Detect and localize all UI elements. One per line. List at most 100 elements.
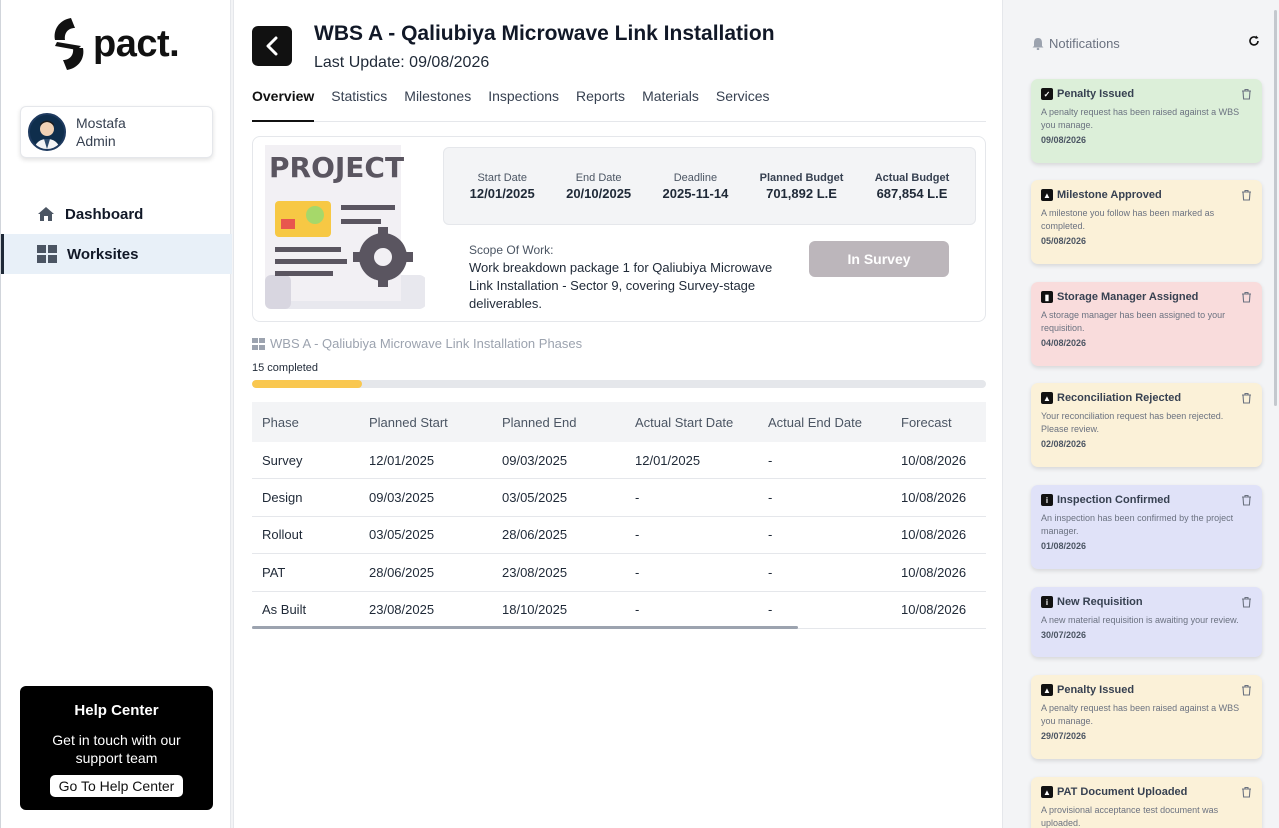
info-icon: i: [1041, 494, 1053, 506]
column-header[interactable]: Phase: [252, 415, 369, 430]
actual-budget: Actual Budget 687,854 L.E: [874, 171, 950, 201]
trash-icon[interactable]: [1241, 493, 1252, 511]
trash-icon[interactable]: [1241, 391, 1252, 409]
notification-title: ▲ Penalty Issued: [1041, 684, 1252, 696]
start-date: Start Date 12/01/2025: [469, 171, 535, 201]
warning-icon: ▲: [1041, 189, 1053, 201]
notification-title: i New Requisition: [1041, 596, 1252, 608]
help-center-button[interactable]: Go To Help Center: [49, 775, 184, 797]
logo[interactable]: pact.: [51, 16, 180, 72]
tab-bar: Overview Statistics Milestones Inspectio…: [252, 88, 986, 122]
grid-icon: [252, 337, 265, 350]
completed-count: 15 completed: [252, 362, 319, 374]
notification-card[interactable]: i Inspection Confirmed An inspection has b…: [1031, 485, 1262, 569]
notification-card[interactable]: ▲ Penalty Issued A penalty request has bee…: [1031, 675, 1262, 759]
tab-materials[interactable]: Materials: [642, 88, 699, 122]
info-icon: i: [1041, 596, 1053, 608]
warning-icon: ▲: [1041, 786, 1053, 798]
scope-text: Work breakdown package 1 for Qaliubiya M…: [469, 260, 773, 311]
notification-body: Your reconciliation request has been rej…: [1041, 411, 1224, 434]
notification-date: 01/08/2026: [1041, 541, 1087, 551]
nav-item-dashboard[interactable]: Dashboard: [1, 194, 232, 234]
trash-icon[interactable]: [1241, 595, 1252, 613]
tab-milestones[interactable]: Milestones: [404, 88, 471, 122]
user-name: Mostafa: [76, 115, 126, 131]
notification-card[interactable]: ▲ Milestone Approved A milestone you follo…: [1031, 180, 1262, 264]
grid-icon: [37, 245, 57, 263]
notification-card[interactable]: ▮ Storage Manager Assigned A storage manag…: [1031, 282, 1262, 366]
tab-reports[interactable]: Reports: [576, 88, 625, 122]
last-update: Last Update: 09/08/2026: [314, 54, 490, 71]
table-row[interactable]: Rollout 03/05/2025 28/06/2025 - - 10/08/…: [252, 517, 986, 555]
tab-inspections[interactable]: Inspections: [488, 88, 559, 122]
scope-label: Scope Of Work:: [469, 243, 554, 257]
notification-card[interactable]: ✓ Penalty Issued A penalty request has bee…: [1031, 79, 1262, 163]
notification-body: A penalty request has been raised agains…: [1041, 107, 1240, 130]
nav-item-worksites[interactable]: Worksites: [1, 234, 232, 274]
check-icon: ✓: [1041, 88, 1053, 100]
table-row[interactable]: Design 09/03/2025 03/05/2025 - - 10/08/2…: [252, 479, 986, 517]
notification-date: 05/08/2026: [1041, 236, 1087, 246]
project-dates: Start Date 12/01/2025 End Date 20/10/202…: [443, 147, 976, 225]
trash-icon[interactable]: [1241, 785, 1252, 803]
phases-progress-fill: [252, 380, 363, 388]
trash-icon[interactable]: [1241, 87, 1252, 105]
notifications-header: Notifications: [1032, 36, 1120, 51]
refresh-icon[interactable]: [1248, 34, 1260, 51]
trash-icon[interactable]: [1241, 290, 1252, 308]
notification-date: 29/07/2026: [1041, 731, 1087, 741]
tab-services[interactable]: Services: [716, 88, 770, 122]
trash-icon[interactable]: [1241, 683, 1252, 701]
notification-card[interactable]: ▲ Reconciliation Rejected Your reconciliat…: [1031, 383, 1262, 467]
notification-title: ▲ PAT Document Uploaded: [1041, 786, 1252, 798]
notification-title: i Inspection Confirmed: [1041, 494, 1252, 506]
help-center-title: Help Center: [74, 702, 159, 719]
project-illustration-icon: PROJECT: [265, 145, 425, 309]
table-header: Phase Planned Start Planned End Actual S…: [252, 402, 986, 442]
column-header[interactable]: Planned End: [502, 415, 635, 430]
user-avatar-icon: [33, 120, 61, 149]
notification-body: A provisional acceptance test document w…: [1041, 805, 1219, 828]
notification-body: A storage manager has been assigned to y…: [1041, 310, 1226, 333]
chevron-left-icon: [266, 36, 278, 56]
back-button[interactable]: [252, 26, 292, 66]
end-date: End Date 20/10/2025: [566, 171, 632, 201]
chart-icon: ▮: [1041, 291, 1053, 303]
notification-date: 09/08/2026: [1041, 135, 1087, 145]
user-role: Admin: [76, 133, 116, 149]
phases-title: WBS A - Qaliubiya Microwave Link Install…: [252, 336, 582, 351]
notification-card[interactable]: i New Requisition A new material requisiti…: [1031, 587, 1262, 657]
notification-body: A penalty request has been raised agains…: [1041, 703, 1240, 726]
help-center-text: Get in touch with our support team: [52, 732, 181, 766]
notifications-panel: Notifications ✓ Penalty Issued A penalty r…: [1014, 0, 1279, 828]
notification-card[interactable]: ▲ PAT Document Uploaded A provisional acce…: [1031, 777, 1262, 828]
bell-icon: [1032, 38, 1044, 50]
column-header[interactable]: Actual Start Date: [635, 415, 768, 430]
phases-progress-bar: [252, 380, 986, 388]
avatar: [28, 113, 66, 151]
notifications-scrollbar[interactable]: [1274, 10, 1277, 406]
table-row[interactable]: PAT 28/06/2025 23/08/2025 - - 10/08/2026: [252, 554, 986, 592]
status-button[interactable]: In Survey: [809, 241, 949, 277]
help-center-card: Help Center Get in touch with our suppor…: [20, 686, 213, 810]
logo-text: pact.: [93, 22, 180, 65]
notification-date: 30/07/2026: [1041, 630, 1087, 640]
trash-icon[interactable]: [1241, 188, 1252, 206]
pact-logo-icon: [54, 18, 84, 70]
column-header[interactable]: Planned Start: [369, 415, 502, 430]
column-header[interactable]: Actual End Date: [768, 415, 901, 430]
nav-item-label: Dashboard: [65, 205, 144, 223]
tab-statistics[interactable]: Statistics: [331, 88, 387, 122]
main-content: WBS A - Qaliubiya Microwave Link Install…: [233, 0, 1003, 828]
sidebar: pact. Mostafa Admin Dashboard Worksites …: [0, 0, 232, 828]
table-row[interactable]: As Built 23/08/2025 18/10/2025 - - 10/08…: [252, 592, 986, 629]
notification-body: An inspection has been confirmed by the …: [1041, 513, 1234, 536]
table-row[interactable]: Survey 12/01/2025 09/03/2025 12/01/2025 …: [252, 442, 986, 480]
tab-overview[interactable]: Overview: [252, 88, 315, 122]
project-card: PROJECT Start Date 12/01/2025 End Date 2…: [252, 136, 986, 322]
notification-title: ✓ Penalty Issued: [1041, 88, 1252, 100]
table-horizontal-scrollbar[interactable]: [252, 626, 798, 629]
user-card[interactable]: Mostafa Admin: [20, 106, 213, 158]
column-header[interactable]: Forecast: [901, 415, 986, 430]
notification-title: ▲ Reconciliation Rejected: [1041, 392, 1252, 404]
